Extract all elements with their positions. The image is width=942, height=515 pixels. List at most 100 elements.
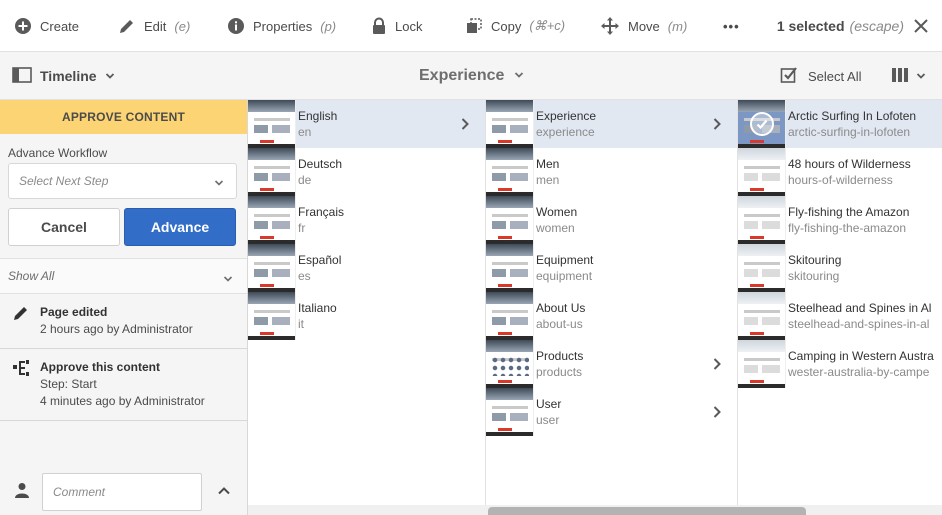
cancel-button[interactable]: Cancel <box>8 208 120 246</box>
properties-shortcut: (p) <box>320 18 337 34</box>
page-thumbnail <box>248 196 296 244</box>
item-title: Men <box>536 157 560 171</box>
list-item[interactable]: Camping in Western Austra wester-australi… <box>738 340 942 388</box>
item-path: wester-australia-by-campe <box>788 365 930 379</box>
horizontal-scrollbar[interactable] <box>248 505 942 515</box>
page-thumbnail <box>486 388 534 436</box>
escape-hint: (escape) <box>849 18 904 34</box>
chevron-down-icon <box>105 68 115 84</box>
header-bar: Timeline Experience Select All <box>0 52 942 100</box>
item-title: Español <box>298 253 342 267</box>
item-path: es <box>298 269 311 283</box>
item-path: user <box>536 413 560 427</box>
list-item[interactable]: About Us about-us <box>486 292 737 340</box>
move-button[interactable]: Move (m) <box>600 0 687 52</box>
list-item[interactable]: Equipment equipment <box>486 244 737 292</box>
lock-button[interactable]: Lock <box>371 0 422 52</box>
chevron-right-icon[interactable] <box>711 405 723 422</box>
page-thumbnail <box>248 148 296 196</box>
properties-label: Properties <box>253 18 313 34</box>
chevron-up-icon[interactable] <box>217 484 231 501</box>
chevron-down-icon <box>214 177 224 191</box>
item-title: Skitouring <box>788 253 842 267</box>
page-thumbnail <box>738 100 786 148</box>
item-title: Deutsch <box>298 157 343 171</box>
chevron-right-icon[interactable] <box>711 357 723 374</box>
item-title: Products <box>536 349 584 363</box>
page-thumbnail <box>738 148 786 196</box>
list-item[interactable]: Français fr <box>248 196 485 244</box>
properties-button[interactable]: Properties (p) <box>227 0 336 52</box>
list-item[interactable]: Skitouring skitouring <box>738 244 942 292</box>
scrollbar-thumb[interactable] <box>488 507 806 515</box>
rail-toggle-button[interactable]: Timeline <box>12 52 115 100</box>
item-path: men <box>536 173 560 187</box>
page-thumbnail <box>248 100 296 148</box>
item-title: Steelhead and Spines in Al <box>788 301 932 315</box>
view-switcher[interactable] <box>892 52 926 100</box>
add-circle-icon <box>14 17 32 35</box>
edit-label: Edit <box>144 18 167 34</box>
advance-workflow-label: Advance Workflow <box>8 146 108 160</box>
chevron-right-icon[interactable] <box>459 117 471 134</box>
timeline-event[interactable]: Page edited 2 hours ago by Administrator <box>0 294 247 349</box>
timeline-filter-select[interactable]: Show All <box>0 258 247 294</box>
page-thumbnail <box>738 244 786 292</box>
item-path: women <box>536 221 575 235</box>
list-item[interactable]: Products products <box>486 340 737 388</box>
column-view-icon <box>892 67 908 86</box>
page-thumbnail <box>486 244 534 292</box>
rail-panel-icon <box>12 66 32 86</box>
checkmark-icon[interactable] <box>750 112 774 136</box>
lock-label: Lock <box>395 18 423 34</box>
item-title: English <box>298 109 338 123</box>
list-item[interactable]: Deutsch de <box>248 148 485 196</box>
list-item[interactable]: Men men <box>486 148 737 196</box>
event-detail: 4 minutes ago by Administrator <box>40 394 205 408</box>
info-icon <box>227 17 245 35</box>
pencil-icon <box>118 17 136 35</box>
page-thumbnail <box>248 244 296 292</box>
list-item[interactable]: Italiano it <box>248 292 485 340</box>
edit-button[interactable]: Edit (e) <box>118 0 190 52</box>
event-detail: 2 hours ago by Administrator <box>40 322 193 336</box>
page-title[interactable]: Experience <box>419 52 524 100</box>
item-title: Français <box>298 205 345 219</box>
more-icon: ••• <box>723 18 740 34</box>
item-path: skitouring <box>788 269 840 283</box>
item-title: 48 hours of Wilderness <box>788 157 911 171</box>
next-step-select[interactable]: Select Next Step <box>8 163 237 199</box>
list-item[interactable]: Steelhead and Spines in Al steelhead-and-… <box>738 292 942 340</box>
list-item[interactable]: Arctic Surfing In Lofoten arctic-surfing-… <box>738 100 942 148</box>
list-item[interactable]: Experience experience <box>486 100 737 148</box>
comment-row <box>0 470 247 515</box>
move-shortcut: (m) <box>667 18 688 34</box>
item-path: it <box>298 317 304 331</box>
item-path: equipment <box>536 269 593 283</box>
approve-content-banner: APPROVE CONTENT <box>0 100 247 134</box>
close-icon[interactable] <box>912 17 930 35</box>
list-item[interactable]: Español es <box>248 244 485 292</box>
select-all-button[interactable]: Select All <box>780 52 861 100</box>
chevron-right-icon[interactable] <box>711 117 723 134</box>
item-title: Women <box>536 205 578 219</box>
timeline-event[interactable]: Approve this content Step: Start 4 minut… <box>0 349 247 421</box>
advance-button[interactable]: Advance <box>124 208 236 246</box>
lock-icon <box>371 17 387 35</box>
event-detail: Step: Start <box>40 377 97 391</box>
comment-input[interactable] <box>42 473 202 511</box>
action-bar: Create Edit (e) Properties (p) Lock Copy… <box>0 0 942 52</box>
list-item[interactable]: 48 hours of Wilderness hours-of-wildernes… <box>738 148 942 196</box>
create-button[interactable]: Create <box>14 0 79 52</box>
section-column: Experience experience Men men Women women Equi… <box>486 100 738 505</box>
more-button[interactable]: ••• <box>723 0 740 52</box>
list-item[interactable]: Fly-fishing the Amazon fly-fishing-the-am… <box>738 196 942 244</box>
item-title: Equipment <box>536 253 594 267</box>
page-thumbnail <box>486 340 534 388</box>
list-item[interactable]: English en <box>248 100 485 148</box>
list-item[interactable]: Women women <box>486 196 737 244</box>
item-path: steelhead-and-spines-in-al <box>788 317 930 331</box>
item-title: Italiano <box>298 301 337 315</box>
copy-button[interactable]: Copy (⌘+c) <box>465 0 565 52</box>
list-item[interactable]: User user <box>486 388 737 436</box>
